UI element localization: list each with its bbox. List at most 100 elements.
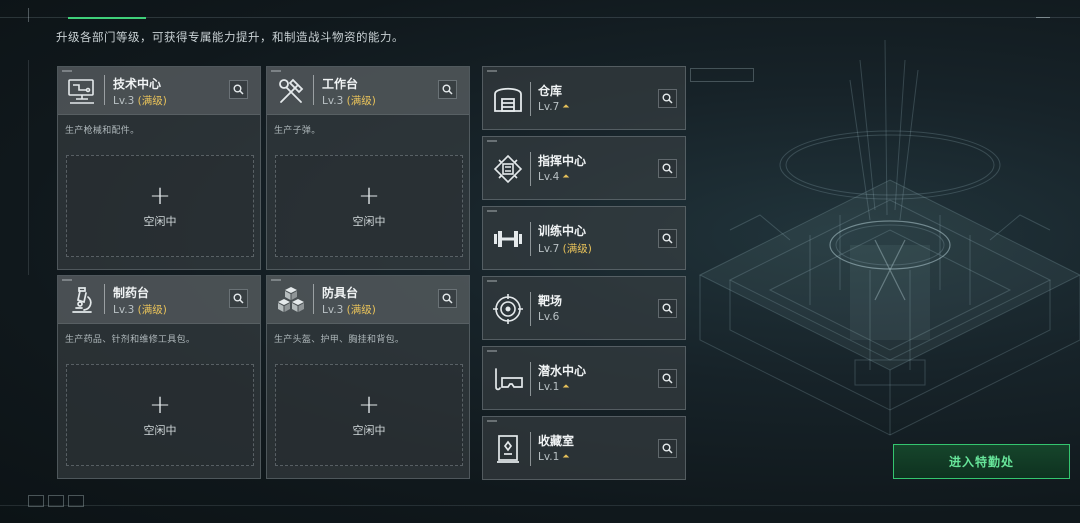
facility-level: Lv.6 bbox=[538, 311, 559, 323]
inspect-button[interactable] bbox=[658, 159, 677, 178]
facility-name: 靶场 bbox=[538, 294, 563, 308]
warehouse-icon bbox=[494, 87, 522, 112]
upgrade-available-icon: ⏶ bbox=[562, 102, 570, 112]
level-value: Lv.7 bbox=[538, 101, 560, 113]
level-value: Lv.3 bbox=[322, 95, 344, 107]
module-card-workbench: 工作台 Lv.3 (满级) 生产子弹。 + 空闲中 bbox=[266, 66, 470, 270]
level-value: Lv.1 bbox=[538, 451, 560, 463]
facility-name: 收藏室 bbox=[538, 434, 575, 448]
facility-row-diving-center[interactable]: 潜水中心 Lv.1 ⏶ bbox=[482, 346, 686, 410]
facility-level: Lv.7 ⏶ bbox=[538, 101, 569, 113]
tag-decoration bbox=[487, 420, 497, 422]
bottom-divider bbox=[0, 505, 1080, 506]
bottom-decoration bbox=[28, 495, 44, 507]
diving-mask-icon bbox=[495, 368, 523, 391]
upgrade-available-icon: ⏶ bbox=[562, 452, 570, 462]
hammer-wrench-icon bbox=[279, 78, 304, 103]
production-slot[interactable]: + 空闲中 bbox=[275, 155, 463, 257]
add-icon: + bbox=[149, 390, 171, 420]
search-icon bbox=[233, 293, 244, 304]
facility-level: Lv.7 (满级) bbox=[538, 241, 592, 256]
level-value: Lv.3 bbox=[113, 95, 135, 107]
production-slot[interactable]: + 空闲中 bbox=[66, 155, 254, 257]
corner-decoration bbox=[1036, 17, 1050, 18]
row-divider bbox=[530, 152, 531, 186]
facility-row-warehouse[interactable]: 仓库 Lv.7 ⏶ bbox=[482, 66, 686, 130]
inspect-button[interactable] bbox=[658, 89, 677, 108]
facility-level: Lv.1 ⏶ bbox=[538, 451, 569, 463]
hud-decoration bbox=[690, 68, 754, 82]
slot-status: 空闲中 bbox=[143, 215, 177, 228]
base-illustration bbox=[698, 40, 1080, 436]
module-card-header[interactable]: 制药台 Lv.3 (满级) bbox=[58, 276, 260, 324]
module-level: Lv.3 (满级) bbox=[322, 302, 376, 317]
inspect-button[interactable] bbox=[229, 80, 248, 99]
chip-icon bbox=[493, 154, 523, 184]
add-icon: + bbox=[358, 390, 380, 420]
computer-workstation-icon bbox=[68, 79, 94, 104]
module-name: 技术中心 bbox=[113, 77, 162, 91]
facility-row-command-center[interactable]: 指挥中心 Lv.4 ⏶ bbox=[482, 136, 686, 200]
header-divider bbox=[104, 284, 105, 314]
slot-status: 空闲中 bbox=[352, 215, 386, 228]
level-value: Lv.3 bbox=[322, 304, 344, 316]
production-slot[interactable]: + 空闲中 bbox=[66, 364, 254, 466]
search-icon bbox=[442, 84, 453, 95]
inspect-button[interactable] bbox=[658, 229, 677, 248]
upgrade-available-icon: ⏶ bbox=[562, 172, 570, 182]
tag-decoration bbox=[487, 70, 497, 72]
header-divider bbox=[313, 75, 314, 105]
facility-row-training-center[interactable]: 训练中心 Lv.7 (满级) bbox=[482, 206, 686, 270]
page-subtitle: 升级各部门等级，可获得专属能力提升，和制造战斗物资的能力。 bbox=[56, 30, 404, 44]
inspect-button[interactable] bbox=[658, 369, 677, 388]
search-icon bbox=[442, 293, 453, 304]
tag-decoration bbox=[271, 279, 281, 281]
level-value: Lv.6 bbox=[538, 311, 560, 323]
row-divider bbox=[530, 222, 531, 256]
search-icon bbox=[662, 373, 673, 384]
search-icon bbox=[662, 443, 673, 454]
maxed-badge: (满级) bbox=[562, 243, 592, 255]
module-level: Lv.3 (满级) bbox=[113, 93, 167, 108]
facility-row-shooting-range[interactable]: 靶场 Lv.6 bbox=[482, 276, 686, 340]
search-icon bbox=[662, 163, 673, 174]
microscope-icon bbox=[72, 287, 92, 313]
tag-decoration bbox=[62, 70, 72, 72]
module-name: 制药台 bbox=[113, 286, 150, 300]
module-description: 生产药品、针剂和维修工具包。 bbox=[65, 335, 196, 345]
facility-row-collection-room[interactable]: 收藏室 Lv.1 ⏶ bbox=[482, 416, 686, 480]
production-slot[interactable]: + 空闲中 bbox=[275, 364, 463, 466]
dumbbell-icon bbox=[494, 231, 522, 247]
target-icon bbox=[493, 294, 523, 324]
inspect-button[interactable] bbox=[438, 80, 457, 99]
module-name: 工作台 bbox=[322, 77, 359, 91]
side-decoration bbox=[28, 60, 29, 275]
module-card-header[interactable]: 工作台 Lv.3 (满级) bbox=[267, 67, 469, 115]
inspect-button[interactable] bbox=[658, 299, 677, 318]
active-tab-indicator bbox=[68, 17, 146, 19]
tag-decoration bbox=[62, 279, 72, 281]
level-value: Lv.1 bbox=[538, 381, 560, 393]
module-card-tech-center: 技术中心 Lv.3 (满级) 生产枪械和配件。 + 空闲中 bbox=[57, 66, 261, 270]
header-divider bbox=[104, 75, 105, 105]
module-card-header[interactable]: 防具台 Lv.3 (满级) bbox=[267, 276, 469, 324]
module-description: 生产头盔、护甲、胸挂和背包。 bbox=[274, 335, 405, 345]
add-icon: + bbox=[149, 181, 171, 211]
facility-name: 仓库 bbox=[538, 84, 563, 98]
inspect-button[interactable] bbox=[438, 289, 457, 308]
facility-name: 指挥中心 bbox=[538, 154, 587, 168]
facility-level: Lv.1 ⏶ bbox=[538, 381, 569, 393]
enter-special-ops-button[interactable]: 进入特勤处 bbox=[893, 444, 1070, 479]
level-value: Lv.3 bbox=[113, 304, 135, 316]
search-icon bbox=[662, 303, 673, 314]
module-card-header[interactable]: 技术中心 Lv.3 (满级) bbox=[58, 67, 260, 115]
facility-name: 潜水中心 bbox=[538, 364, 587, 378]
tag-decoration bbox=[487, 280, 497, 282]
header-divider bbox=[313, 284, 314, 314]
search-icon bbox=[233, 84, 244, 95]
row-divider bbox=[530, 82, 531, 116]
facility-level: Lv.4 ⏶ bbox=[538, 171, 569, 183]
inspect-button[interactable] bbox=[658, 439, 677, 458]
module-level: Lv.3 (满级) bbox=[113, 302, 167, 317]
inspect-button[interactable] bbox=[229, 289, 248, 308]
